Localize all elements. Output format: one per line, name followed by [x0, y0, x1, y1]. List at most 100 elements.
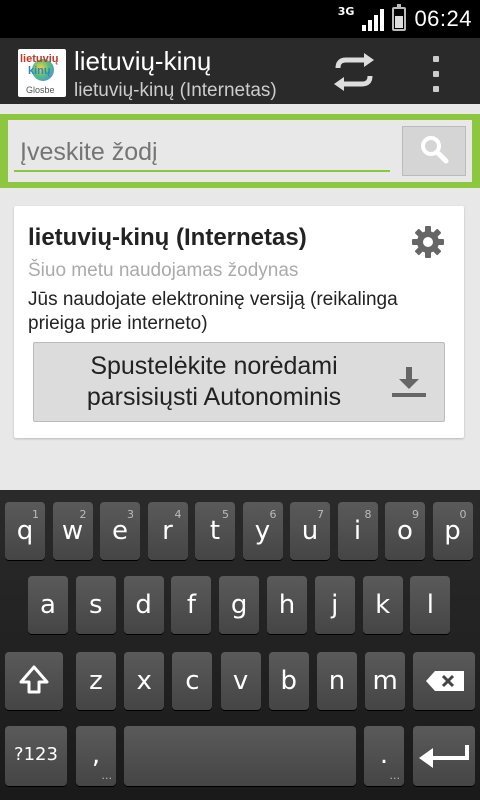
key-t[interactable]: t5 [195, 502, 235, 560]
key-label: x [136, 666, 152, 696]
key-p[interactable]: p0 [432, 502, 473, 560]
overflow-menu-icon[interactable] [428, 56, 444, 92]
key-h[interactable]: h [267, 576, 307, 634]
app-title: lietuvių-kinų [74, 46, 212, 76]
key-e[interactable]: e3 [100, 502, 140, 560]
key-label: e [112, 516, 128, 546]
status-bar: 3G 06:24 [0, 0, 480, 38]
signal-icon [362, 7, 385, 31]
key-f[interactable]: f [171, 576, 212, 634]
key-label: d [135, 590, 152, 620]
comma-more-hint: ... [101, 769, 113, 782]
period-key[interactable]: . ... [364, 726, 404, 786]
download-label: Spustelėkite norėdami parsisiųsti Autono… [86, 352, 342, 411]
key-label: s [89, 590, 103, 620]
key-y[interactable]: y6 [242, 502, 283, 560]
key-label: r [162, 516, 173, 546]
key-label: i [353, 516, 362, 546]
key-hint: 2 [79, 508, 87, 521]
key-label: l [426, 590, 434, 620]
key-label: b [280, 666, 298, 696]
key-label: k [375, 590, 391, 620]
battery-icon [392, 4, 407, 31]
comma-key[interactable]: , ... [76, 726, 116, 786]
clock: 06:24 [414, 6, 472, 31]
search-input[interactable] [14, 134, 390, 172]
key-c[interactable]: c [172, 652, 213, 710]
shift-key[interactable] [5, 652, 63, 710]
soft-keyboard: ?123 , ... . ... q1w2e3r4t5y6u7i8o9p0asd… [0, 490, 480, 800]
app-logo[interactable]: lietuvių kinų Glosbe [18, 49, 66, 97]
key-r[interactable]: r4 [147, 502, 188, 560]
key-hint: 9 [412, 508, 419, 521]
key-label: c [185, 666, 200, 696]
key-label: n [328, 666, 346, 696]
shift-icon [18, 664, 50, 702]
period-label: . [379, 740, 389, 770]
enter-icon [417, 742, 471, 776]
backspace-icon [425, 670, 465, 696]
app-subtitle[interactable]: lietuvių-kinų (Internetas) [74, 80, 304, 102]
symbols-label: ?123 [14, 744, 58, 765]
dictionary-title: lietuvių-kinų (Internetas) [28, 224, 307, 251]
key-label: o [397, 516, 413, 546]
download-icon [390, 365, 428, 399]
logo-brand: Glosbe [26, 85, 55, 95]
key-z[interactable]: z [76, 652, 116, 710]
key-j[interactable]: j [314, 576, 355, 634]
download-offline-button[interactable]: Spustelėkite norėdami parsisiųsti Autono… [33, 342, 445, 422]
key-hint: 3 [127, 508, 134, 521]
key-hint: 4 [174, 508, 182, 521]
dictionary-status: Šiuo metu naudojamas žodynas [28, 260, 299, 281]
key-label: g [230, 590, 248, 620]
search-button[interactable] [402, 126, 466, 176]
key-w[interactable]: w2 [52, 502, 93, 560]
gear-icon[interactable] [410, 224, 446, 260]
key-k[interactable]: k [362, 576, 403, 634]
comma-label: , [91, 740, 101, 770]
key-g[interactable]: g [219, 576, 260, 634]
key-o[interactable]: o9 [385, 502, 425, 560]
key-l[interactable]: l [410, 576, 451, 634]
key-a[interactable]: a [28, 576, 68, 634]
symbols-key[interactable]: ?123 [5, 726, 67, 786]
backspace-key[interactable] [413, 652, 475, 710]
key-x[interactable]: x [124, 652, 165, 710]
space-key[interactable] [124, 726, 356, 786]
period-more-hint: ... [389, 769, 401, 782]
key-u[interactable]: u7 [290, 502, 330, 560]
key-label: y [254, 516, 271, 546]
logo-text-source: lietuvių [20, 53, 59, 65]
key-label: h [278, 590, 296, 620]
dictionary-description: Jūs naudojate elektroninę versiją (reika… [28, 289, 398, 334]
key-label: z [89, 666, 103, 696]
key-q[interactable]: q1 [5, 502, 45, 560]
key-s[interactable]: s [75, 576, 116, 634]
key-label: m [372, 666, 398, 696]
key-label: w [61, 516, 84, 546]
search-icon [419, 134, 449, 168]
key-hint: 0 [459, 508, 467, 521]
key-label: v [232, 666, 249, 696]
key-hint: 5 [222, 508, 229, 521]
key-m[interactable]: m [365, 652, 406, 710]
key-label: a [40, 590, 56, 620]
key-d[interactable]: d [123, 576, 164, 634]
key-v[interactable]: v [220, 652, 261, 710]
swap-languages-icon[interactable] [330, 52, 378, 92]
key-label: j [331, 590, 339, 620]
key-label: q [16, 516, 34, 546]
key-label: t [209, 516, 221, 546]
dictionary-card: lietuvių-kinų (Internetas) Šiuo metu nau… [14, 206, 464, 438]
key-label: p [444, 516, 461, 546]
key-label: f [186, 590, 196, 620]
key-hint: 7 [317, 508, 324, 521]
key-hint: 8 [364, 508, 372, 521]
key-label: u [301, 516, 319, 546]
key-i[interactable]: i8 [337, 502, 378, 560]
network-type: 3G [337, 4, 355, 18]
enter-key[interactable] [413, 726, 475, 786]
key-b[interactable]: b [268, 652, 309, 710]
action-bar: lietuvių kinų Glosbe lietuvių-kinų lietu… [0, 38, 480, 104]
key-n[interactable]: n [317, 652, 357, 710]
